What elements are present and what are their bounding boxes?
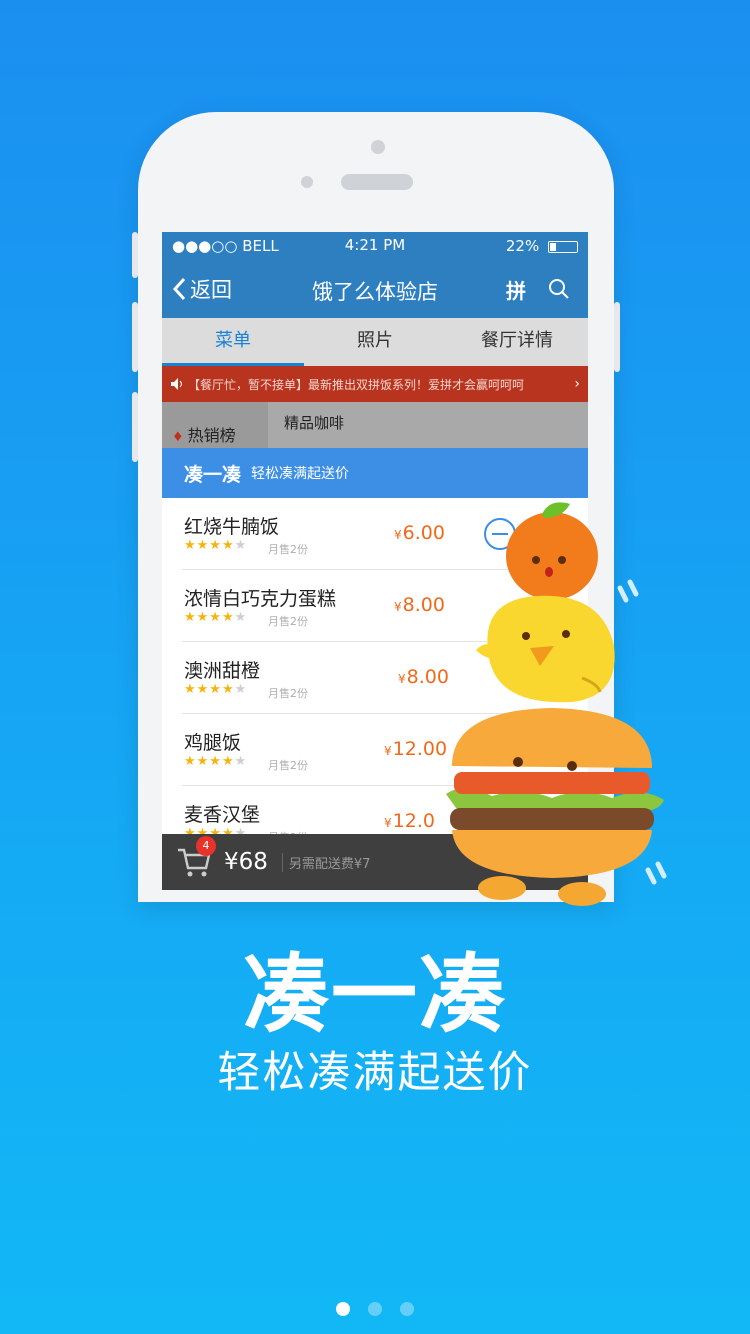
burger-character: [446, 708, 664, 906]
headline: 凑一凑: [243, 945, 507, 1045]
item-name: 鸡腿饭: [184, 732, 242, 754]
item-name: 浓情白巧克力蛋糕: [184, 588, 337, 610]
item-name: 麦香汉堡: [184, 804, 261, 826]
search-icon[interactable]: [548, 278, 570, 300]
cart-button[interactable]: 4: [176, 836, 216, 880]
subline: 轻松凑满起送价: [217, 1048, 533, 1098]
rating-stars: ★★★★★: [184, 754, 248, 769]
item-sold: 月售2份: [268, 543, 308, 556]
item-sold: 月售2份: [268, 615, 308, 628]
chevron-left-icon: [172, 277, 186, 301]
phone-mute-switch: [132, 232, 138, 278]
tab-menu[interactable]: 菜单: [162, 318, 304, 366]
page-indicator[interactable]: [0, 1302, 750, 1316]
category-bar: ♦ 热销榜 精品咖啡: [162, 402, 588, 448]
notice-banner[interactable]: 【餐厅忙，暂不接单】最新推出双拼饭系列！爱拼才会赢呵呵呵 ›: [162, 366, 588, 402]
sheet-subtitle: 轻松凑满起送价: [251, 466, 350, 482]
item-name: 澳洲甜橙: [184, 660, 261, 682]
notice-text: 【餐厅忙，暂不接单】最新推出双拼饭系列！爱拼才会赢呵呵呵: [188, 377, 525, 392]
cart-count-badge: 4: [196, 836, 216, 856]
phone-speaker: [341, 174, 413, 190]
category-hot-label: 热销榜: [187, 426, 236, 445]
rating-stars: ★★★★★: [184, 682, 248, 697]
clock: 4:21 PM: [344, 236, 406, 254]
sheet-header: 凑一凑 轻松凑满起送价: [162, 448, 588, 498]
nav-bar: 返回 饿了么体验店 拼: [162, 260, 588, 318]
rating-stars: ★★★★★: [184, 610, 248, 625]
phone-power-button: [614, 302, 620, 372]
category-hot[interactable]: ♦ 热销榜: [162, 402, 268, 448]
page-dot[interactable]: [336, 1302, 350, 1316]
speaker-icon: [171, 378, 182, 390]
rating-stars: ★★★★★: [184, 538, 248, 553]
battery-icon: [548, 240, 578, 253]
phone-volume-up: [132, 302, 138, 372]
tab-photos[interactable]: 照片: [304, 318, 446, 366]
back-button[interactable]: 返回: [162, 274, 232, 304]
page-dot[interactable]: [400, 1302, 414, 1316]
orange-character: [506, 502, 598, 600]
sheet-title: 凑一凑: [184, 463, 242, 486]
cart-total: ¥68: [224, 849, 268, 875]
item-name: 红烧牛腩饭: [184, 516, 280, 538]
phone-volume-down: [132, 392, 138, 462]
phone-camera: [371, 140, 385, 154]
chevron-right-icon: ›: [574, 376, 580, 392]
status-bar: ●●●○○ BELL 4:21 PM 22%: [162, 232, 588, 260]
item-price: ¥12.0: [384, 810, 435, 832]
back-label: 返回: [190, 278, 232, 302]
group-order-icon[interactable]: 拼: [506, 275, 526, 304]
tab-bar: 菜单 照片 餐厅详情: [162, 318, 588, 366]
item-sold: 月售2份: [268, 759, 308, 772]
flame-icon: ♦: [172, 430, 184, 445]
page-dot[interactable]: [368, 1302, 382, 1316]
item-sold: 月售2份: [268, 687, 308, 700]
delivery-fee-note: 另需配送费¥7: [281, 852, 370, 872]
phone-sensor: [301, 176, 313, 188]
tab-restaurant-details[interactable]: 餐厅详情: [446, 318, 588, 366]
mascot-illustration: [446, 502, 667, 906]
chick-character: [476, 595, 615, 703]
category-coffee[interactable]: 精品咖啡: [268, 402, 344, 448]
